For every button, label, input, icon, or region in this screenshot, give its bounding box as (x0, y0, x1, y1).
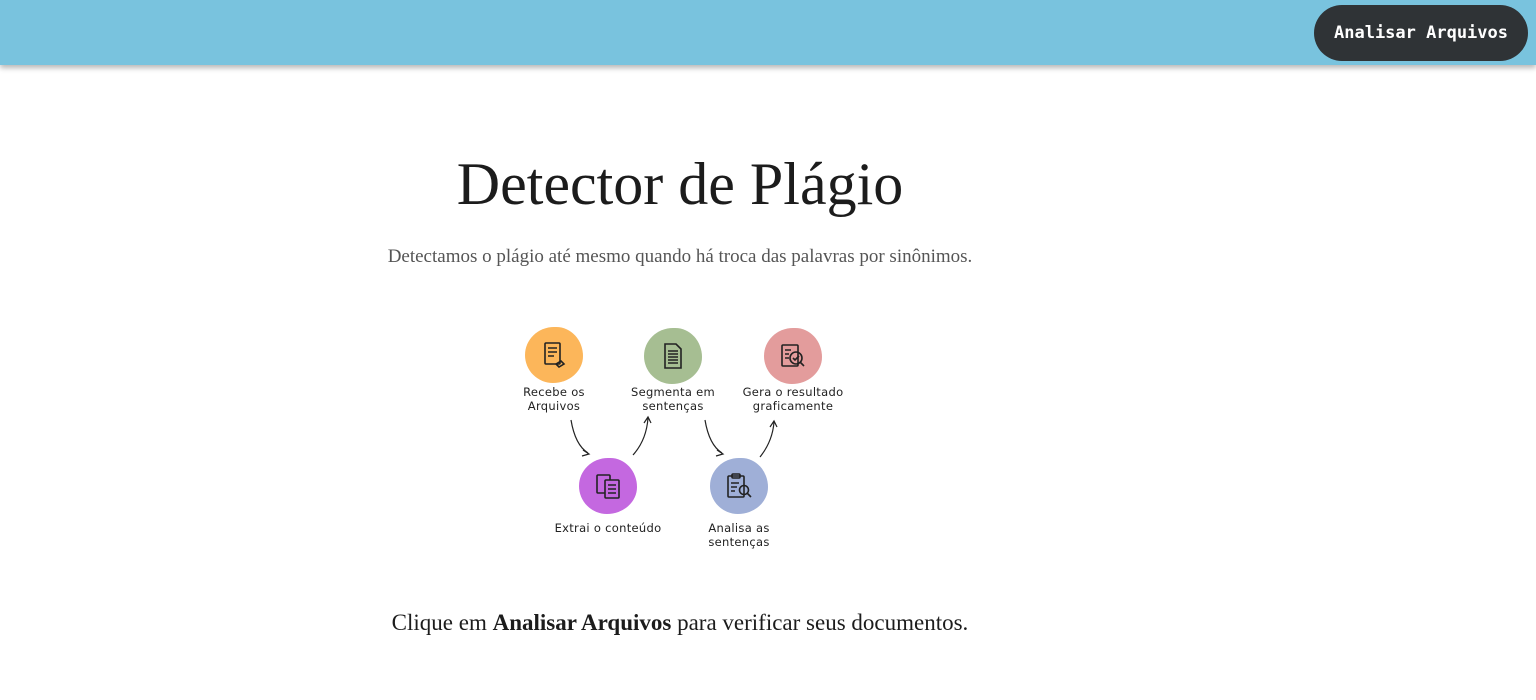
analyze-files-button[interactable]: Analisar Arquivos (1314, 5, 1528, 61)
page-title: Detector de Plágio (456, 151, 904, 217)
cta-prefix: Clique em (391, 610, 493, 635)
cta-bold-button-name: Analisar Arquivos (492, 610, 672, 635)
top-navbar: Analisar Arquivos (0, 0, 1536, 65)
cta-suffix: para verificar seus documentos. (671, 610, 969, 635)
extract-label: Extrai o conteúdo (554, 521, 662, 535)
receive-bubble (525, 327, 583, 383)
page-subtitle: Detectamos o plágio até mesmo quando há … (387, 246, 973, 267)
result-bubble (764, 328, 822, 384)
extract-bubble (579, 458, 637, 514)
result-label: Gera o resultado graficamente (742, 385, 844, 413)
document-receive-icon (544, 342, 566, 369)
analyze-label: Analisa as sentenças (708, 521, 770, 549)
analyze-bubble (710, 458, 768, 514)
call-to-action-text: Clique em Analisar Arquivos para verific… (0, 610, 1360, 636)
segment-label: Segmenta em sentenças (630, 385, 716, 413)
report-check-icon (781, 344, 805, 367)
clipboard-search-icon (727, 473, 752, 498)
documents-extract-icon (596, 474, 620, 499)
segment-bubble (644, 328, 702, 384)
document-lines-icon (664, 343, 682, 369)
process-flow-illustration: Recebe os Arquivos Extrai o conteúdo Seg… (500, 310, 880, 570)
